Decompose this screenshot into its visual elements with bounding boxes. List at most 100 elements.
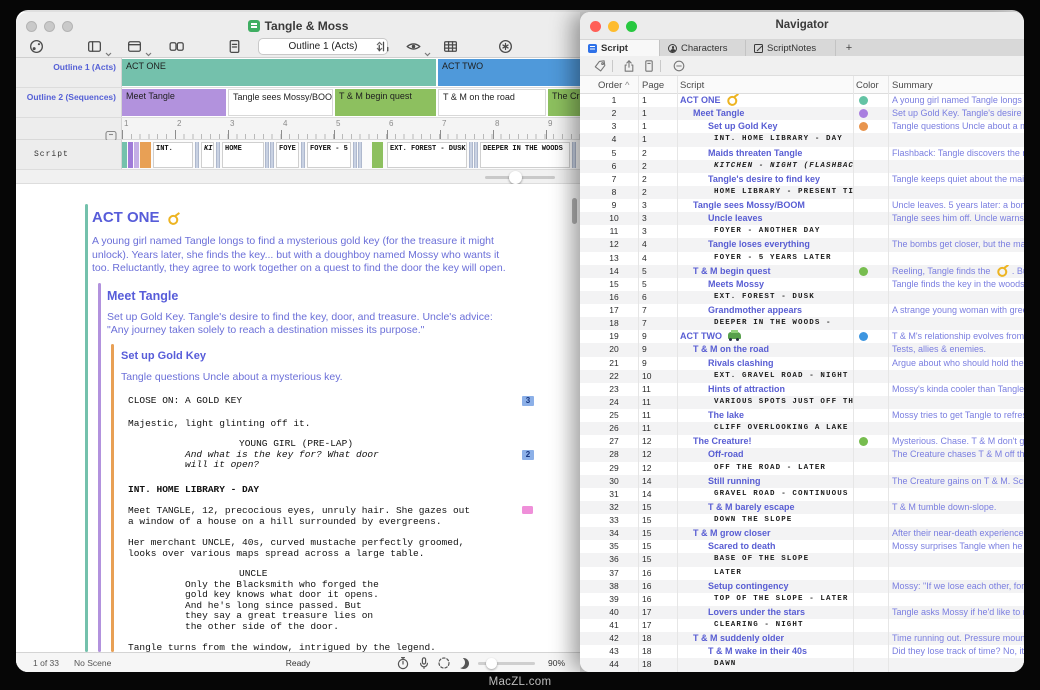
chevron-down-icon[interactable]	[105, 44, 112, 49]
navigator-row[interactable]: 4117CLEARING - NIGHT	[580, 619, 1024, 632]
scene-color-segment[interactable]	[122, 142, 127, 168]
row-outline-item[interactable]: Still running	[708, 475, 853, 488]
row-scene-heading[interactable]: BASE OF THE SLOPE	[714, 553, 853, 566]
row-summary[interactable]: Mossy tries to get Tangle to refresh in	[892, 409, 1024, 422]
script-block-mono[interactable]: Majestic, light glinting off it.	[128, 419, 580, 430]
scene-card[interactable]: DEEPER IN THE WOODS	[480, 142, 570, 168]
row-summary[interactable]: Set up Gold Key. Tangle's desire to fin	[892, 107, 1024, 120]
navigator-row[interactable]: 93Tangle sees Mossy/BOOMUncle leaves. 5 …	[580, 199, 1024, 212]
sidebar-panel-icon[interactable]	[86, 38, 103, 55]
row-summary[interactable]: Mossy: "If we lose each other, for wha	[892, 580, 1024, 593]
chevron-down-icon[interactable]	[424, 44, 431, 49]
row-color-dot[interactable]	[859, 330, 873, 343]
navigator-row[interactable]: 3515Scared to deathMossy surprises Tangl…	[580, 540, 1024, 553]
row-color-dot[interactable]	[859, 120, 873, 133]
navigator-row[interactable]: 11ACT ONE A young girl named Tangle long…	[580, 94, 1024, 107]
navigator-row[interactable]: 2511The lakeMossy tries to get Tangle to…	[580, 409, 1024, 422]
column-summary[interactable]: Summary	[892, 80, 933, 91]
navigator-row[interactable]: 2912OFF THE ROAD - LATER	[580, 462, 1024, 475]
scene-color-segment[interactable]	[128, 142, 133, 168]
outline-bar[interactable]: ACT TWO	[438, 59, 580, 86]
scene-card[interactable]: HOME	[222, 142, 264, 168]
row-scene-heading[interactable]: TOP OF THE SLOPE - LATER	[714, 593, 853, 606]
row-outline-item[interactable]: Off-road	[708, 448, 853, 461]
row-outline-item[interactable]: Tangle's desire to find key	[708, 173, 853, 186]
navigator-row[interactable]: 3114GRAVEL ROAD - CONTINUOUS	[580, 488, 1024, 501]
row-scene-heading[interactable]: CLEARING - NIGHT	[714, 619, 853, 632]
navigator-row[interactable]: 3014Still runningThe Creature gains on T…	[580, 475, 1024, 488]
row-color-dot[interactable]	[859, 94, 873, 107]
row-outline-item[interactable]: Grandmother appears	[708, 304, 853, 317]
chart-icon[interactable]	[375, 38, 392, 55]
navigator-row[interactable]: 3615BASE OF THE SLOPE	[580, 553, 1024, 566]
scene-card[interactable]: FOYE	[276, 142, 299, 168]
row-summary[interactable]: A strange young woman with green ha	[892, 304, 1024, 317]
night-mode-icon[interactable]	[458, 658, 469, 669]
column-order[interactable]: Order ^	[598, 80, 629, 91]
row-scene-heading[interactable]: GRAVEL ROAD - CONTINUOUS	[714, 488, 853, 501]
scene-color-segment[interactable]	[134, 142, 139, 168]
script-block-mono[interactable]: CLOSE ON: A GOLD KEY3	[128, 396, 580, 407]
row-summary[interactable]: Argue about who should hold the key.	[892, 357, 1024, 370]
scriptnote-flag-icon[interactable]	[522, 506, 533, 514]
script-block-char[interactable]: YOUNG GIRL (PRE-LAP)	[239, 439, 580, 450]
navigator-row[interactable]: 134FOYER - 5 YEARS LATER	[580, 252, 1024, 265]
script-block-act[interactable]: Her merchant UNCLE, 40s, curved mustache…	[128, 538, 580, 559]
row-color-dot[interactable]	[859, 435, 873, 448]
row-summary[interactable]: After their near-death experience, T &	[892, 527, 1024, 540]
row-scene-heading[interactable]: EXT. GRAVEL ROAD - NIGHT	[714, 370, 853, 383]
outline-bar[interactable]: The Creature!	[548, 89, 580, 116]
navigator-row[interactable]: 155Meets MossyTangle finds the key in th…	[580, 278, 1024, 291]
navigator-row[interactable]: 3215T & M barely escapeT & M tumble down…	[580, 501, 1024, 514]
row-outline-item[interactable]: Meet Tangle	[693, 107, 853, 120]
navigator-row[interactable]: 62KITCHEN - NIGHT (FLASHBACK)	[580, 160, 1024, 173]
row-summary[interactable]: A young girl named Tangle longs to fin	[892, 94, 1024, 107]
row-summary[interactable]: Uncle leaves. 5 years later: a bomb ta	[892, 199, 1024, 212]
editor-scrollbar[interactable]	[572, 198, 577, 224]
navigator-row[interactable]: 166EXT. FOREST - DUSK	[580, 291, 1024, 304]
tab-scriptnotes[interactable]: ScriptNotes	[746, 40, 836, 56]
navigator-row[interactable]: 82HOME LIBRARY - PRESENT TIME	[580, 186, 1024, 199]
row-scene-heading[interactable]: DOWN THE SLOPE	[714, 514, 853, 527]
beat-board-icon[interactable]	[168, 38, 185, 55]
scene-color-segment[interactable]	[140, 142, 151, 168]
navigator-row[interactable]: 2411VARIOUS SPOTS JUST OFF THE	[580, 396, 1024, 409]
row-scene-heading[interactable]: DEEPER IN THE WOODS -	[714, 317, 853, 330]
navigator-row[interactable]: 21Meet TangleSet up Gold Key. Tangle's d…	[580, 107, 1024, 120]
script-block-h1[interactable]: ACT ONE	[92, 208, 580, 227]
navigator-row[interactable]: 2210EXT. GRAVEL ROAD - NIGHT	[580, 370, 1024, 383]
navigator-row[interactable]: 2812Off-roadThe Creature chases T & M of…	[580, 448, 1024, 461]
row-summary[interactable]: Tangle asks Mossy if he'd like to retur	[892, 606, 1024, 619]
row-scene-heading[interactable]: HOME LIBRARY - PRESENT TIME	[714, 186, 853, 199]
navigator-row[interactable]: 41INT. HOME LIBRARY - DAY	[580, 133, 1024, 146]
zoom-slider[interactable]	[478, 662, 535, 665]
row-summary[interactable]: Tangle questions Uncle about a myste	[892, 120, 1024, 133]
outline-lane-label[interactable]: Outline 2 (Sequences)	[16, 88, 122, 117]
outline-bar[interactable]: T & M on the road	[438, 89, 546, 116]
scene-card[interactable]: EXT. FOREST - DUSK	[387, 142, 467, 168]
row-scene-heading[interactable]: OFF THE ROAD - LATER	[714, 462, 853, 475]
row-outline-item[interactable]: Tangle sees Mossy/BOOM	[693, 199, 853, 212]
row-outline-item[interactable]: Set up Gold Key	[708, 120, 853, 133]
script-block-p2[interactable]: Set up Gold Key. Tangle's desire to find…	[107, 311, 547, 338]
row-outline-item[interactable]: T & M on the road	[693, 343, 853, 356]
row-outline-item[interactable]: T & M begin quest	[693, 265, 853, 278]
tag-icon[interactable]	[593, 59, 607, 73]
row-outline-item[interactable]: The Creature!	[693, 435, 853, 448]
scene-card[interactable]: KI	[201, 142, 214, 168]
row-scene-heading[interactable]: FOYER - ANOTHER DAY	[714, 225, 853, 238]
add-tab-button[interactable]: +	[836, 40, 862, 56]
timeline-zoom-slider[interactable]	[485, 176, 555, 179]
filter-icon[interactable]	[672, 59, 686, 73]
chevron-down-icon[interactable]	[145, 44, 152, 49]
row-outline-item[interactable]: T & M suddenly older	[693, 632, 853, 645]
tab-script[interactable]: Script	[580, 40, 660, 56]
notes-icon[interactable]	[226, 38, 243, 55]
row-outline-item[interactable]: Lovers under the stars	[708, 606, 853, 619]
navigator-row[interactable]: 103Uncle leavesTangle sees him off. Uncl…	[580, 212, 1024, 225]
column-color[interactable]: Color	[856, 80, 879, 91]
navigator-row[interactable]: 187DEEPER IN THE WOODS -	[580, 317, 1024, 330]
row-outline-item[interactable]: T & M barely escape	[708, 501, 853, 514]
row-summary[interactable]: The Creature chases T & M off the ro	[892, 448, 1024, 461]
row-outline-item[interactable]: The lake	[708, 409, 853, 422]
